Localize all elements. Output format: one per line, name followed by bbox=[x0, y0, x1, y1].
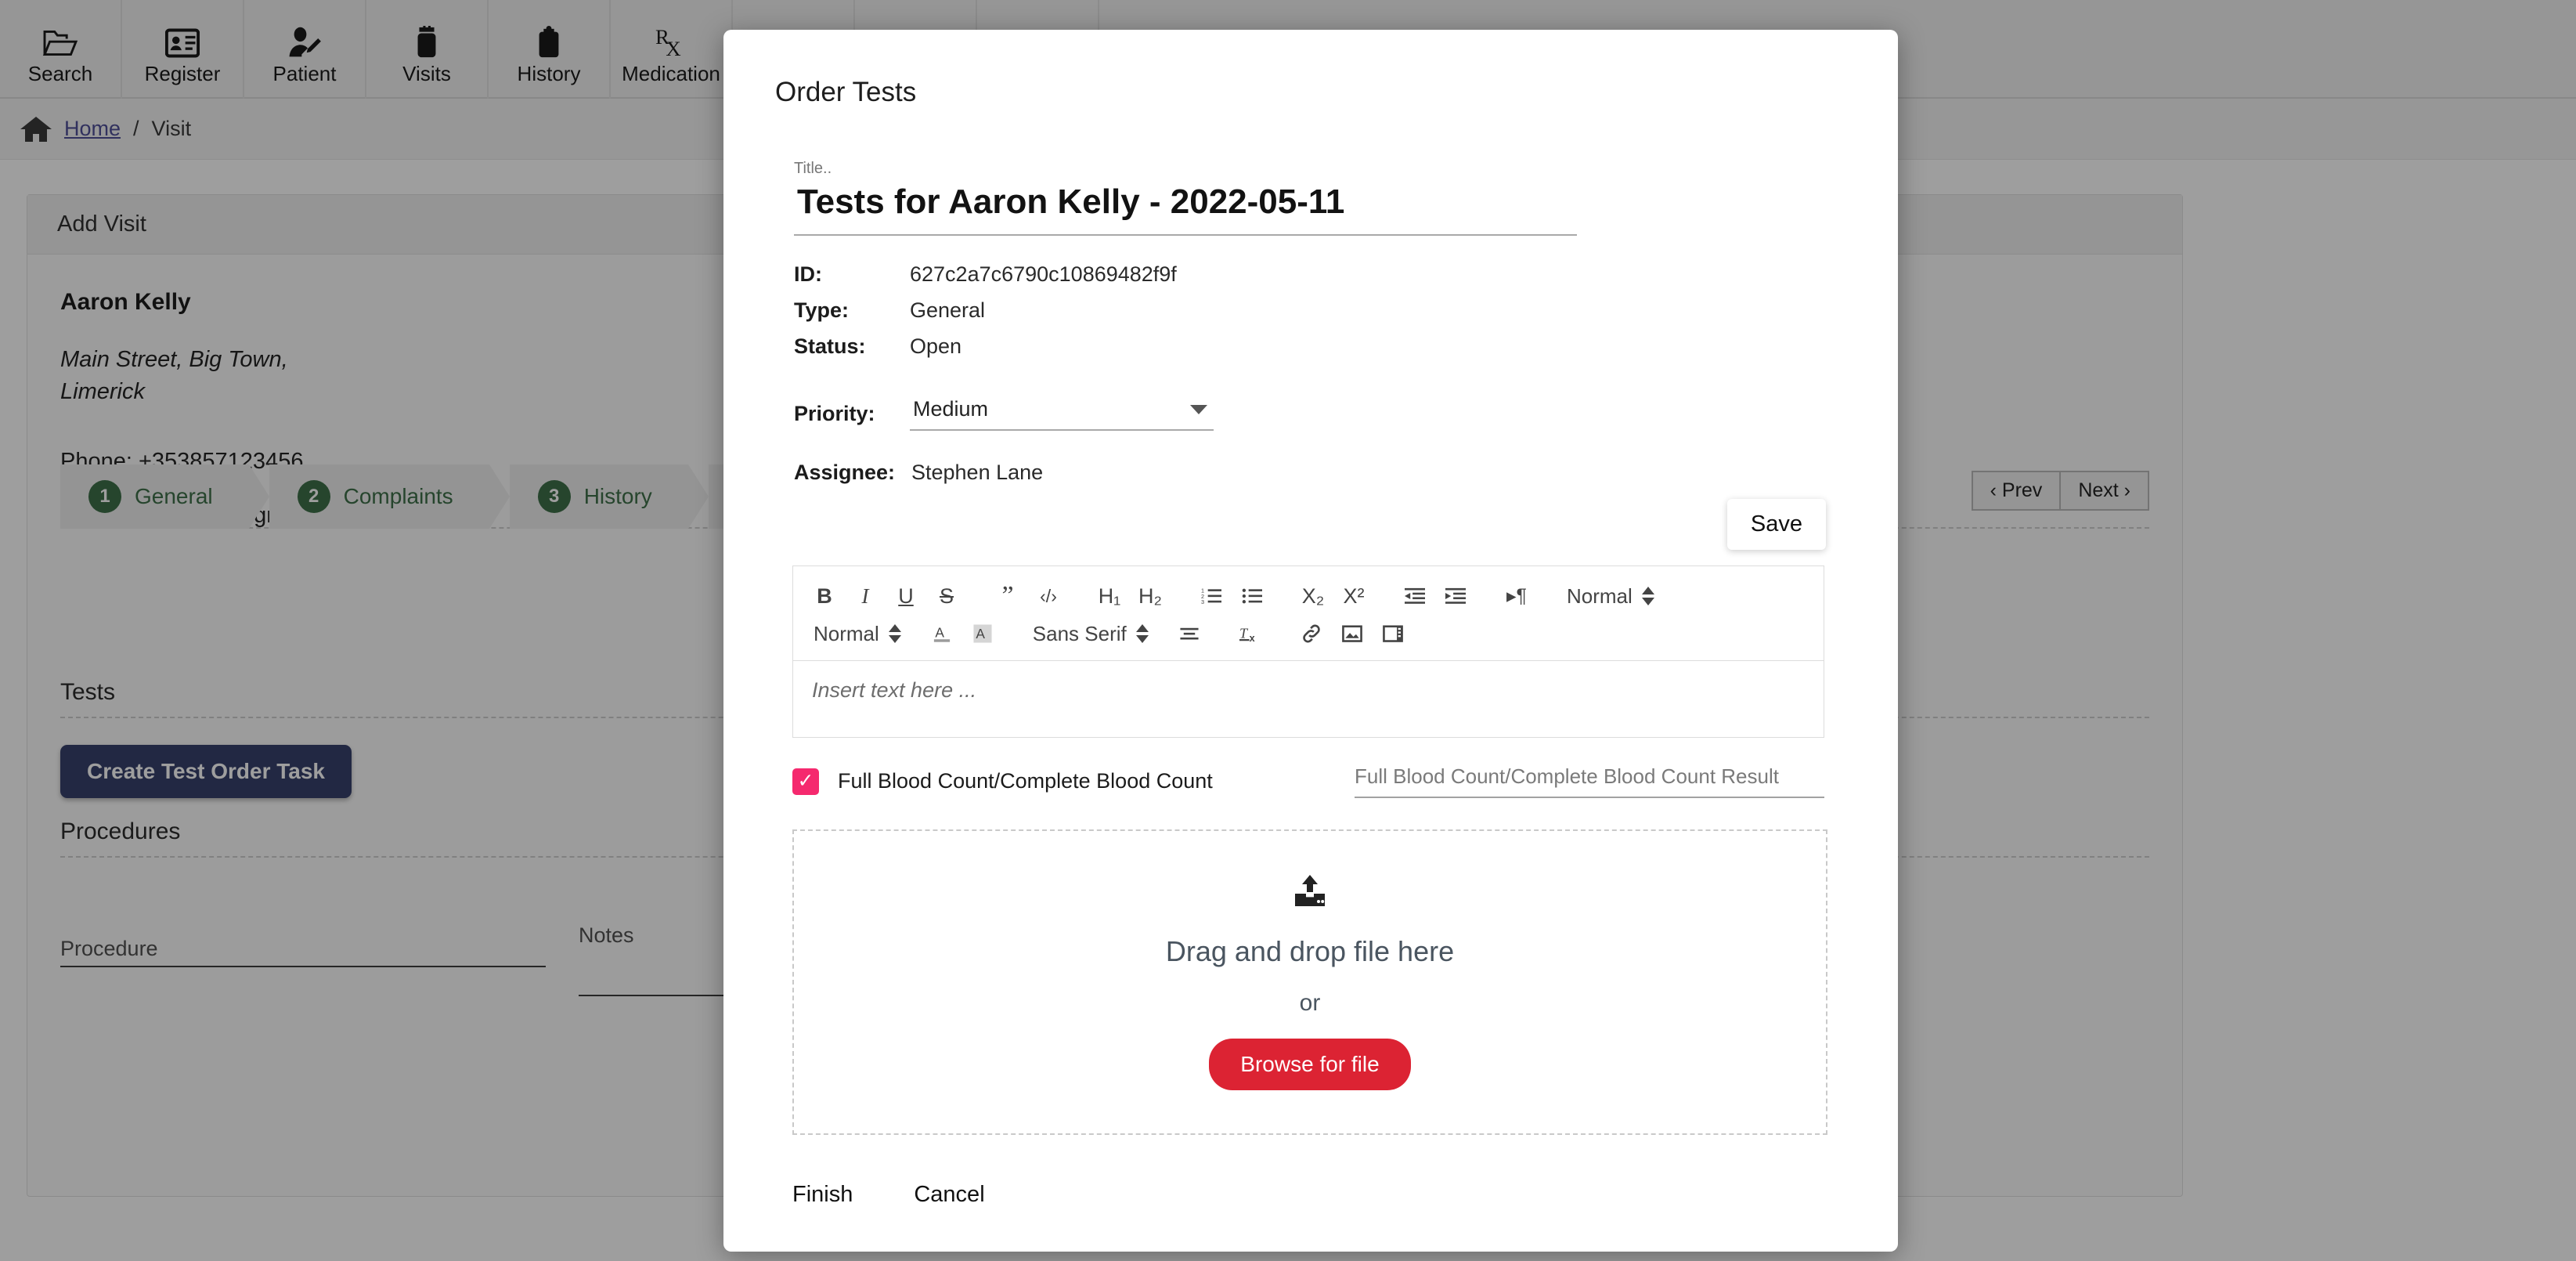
blockquote-icon[interactable]: ” bbox=[987, 578, 1028, 614]
header-picker[interactable]: Normal bbox=[804, 622, 889, 646]
test-checkbox[interactable]: ✓ bbox=[792, 768, 819, 795]
editor-content-area[interactable]: Insert text here ... bbox=[793, 660, 1824, 737]
order-tests-modal: Order Tests Title.. Tests for Aaron Kell… bbox=[723, 30, 1898, 1252]
metadata-value: 627c2a7c6790c10869482f9f bbox=[910, 262, 1177, 286]
browse-for-file-button[interactable]: Browse for file bbox=[1209, 1038, 1411, 1090]
underline-icon[interactable]: U bbox=[886, 578, 926, 614]
priority-label: Priority: bbox=[794, 402, 875, 425]
metadata-row-type: Type: General bbox=[794, 298, 1863, 334]
modal-footer: Finish Cancel bbox=[792, 1182, 1863, 1208]
size-picker-value: Normal bbox=[1567, 584, 1633, 608]
editor-placeholder: Insert text here ... bbox=[812, 678, 977, 702]
align-icon[interactable] bbox=[1169, 616, 1210, 652]
test-item-row: ✓ Full Blood Count/Complete Blood Count … bbox=[792, 764, 1824, 798]
heading-2-icon[interactable]: H₂ bbox=[1130, 578, 1171, 614]
size-picker-stepper-icon[interactable] bbox=[1641, 587, 1654, 605]
metadata-row-status: Status: Open bbox=[794, 334, 1863, 370]
finish-button[interactable]: Finish bbox=[792, 1182, 853, 1208]
header-picker-value: Normal bbox=[814, 621, 879, 645]
strikethrough-icon[interactable]: S bbox=[926, 578, 967, 614]
modal-title: Order Tests bbox=[775, 77, 917, 107]
background-color-icon[interactable]: A bbox=[962, 616, 1003, 652]
font-color-icon[interactable]: A bbox=[922, 616, 962, 652]
svg-text:x: x bbox=[1249, 633, 1254, 644]
header-picker-stepper-icon[interactable] bbox=[888, 624, 901, 643]
font-picker[interactable]: Sans Serif bbox=[1023, 622, 1136, 646]
svg-text:T: T bbox=[1239, 626, 1249, 641]
metadata-list: ID: 627c2a7c6790c10869482f9f Type: Gener… bbox=[794, 262, 1863, 370]
superscript-icon[interactable]: X² bbox=[1333, 578, 1374, 614]
file-dropzone[interactable]: Drag and drop file here or Browse for fi… bbox=[792, 829, 1827, 1135]
code-block-icon[interactable]: ‹/› bbox=[1028, 578, 1069, 614]
title-field-caption: Title.. bbox=[794, 160, 832, 177]
editor-toolbar: B I U S ” ‹/› H₁ H₂ 123 X₂ X² ▸¶ Normal … bbox=[793, 566, 1824, 660]
test-result-placeholder: Full Blood Count/Complete Blood Count Re… bbox=[1355, 764, 1779, 788]
outdent-icon[interactable] bbox=[1394, 578, 1435, 614]
italic-icon[interactable]: I bbox=[845, 578, 886, 614]
editor-toolbar-row-2: Normal A A Sans Serif T x bbox=[804, 615, 1813, 652]
dropzone-text: Drag and drop file here bbox=[1165, 934, 1455, 967]
metadata-key: ID: bbox=[794, 262, 822, 286]
dropzone-or-text: or bbox=[1299, 989, 1321, 1016]
size-picker[interactable]: Normal bbox=[1557, 584, 1642, 609]
rich-text-editor: B I U S ” ‹/› H₁ H₂ 123 X₂ X² ▸¶ Normal … bbox=[792, 565, 1824, 738]
heading-1-icon[interactable]: H₁ bbox=[1089, 578, 1130, 614]
clear-format-icon[interactable]: Tx bbox=[1230, 616, 1271, 652]
text-direction-icon[interactable]: ▸¶ bbox=[1496, 578, 1537, 614]
bold-icon[interactable]: B bbox=[804, 578, 845, 614]
chevron-down-icon bbox=[1190, 404, 1207, 414]
font-picker-stepper-icon[interactable] bbox=[1135, 624, 1149, 643]
cancel-button[interactable]: Cancel bbox=[914, 1182, 984, 1208]
upload-icon bbox=[1292, 874, 1328, 913]
title-input[interactable]: Tests for Aaron Kelly - 2022-05-11 bbox=[794, 178, 1577, 236]
metadata-row-id: ID: 627c2a7c6790c10869482f9f bbox=[794, 262, 1863, 298]
bullet-list-icon[interactable] bbox=[1232, 578, 1272, 614]
priority-row: Priority: Medium bbox=[794, 397, 1863, 431]
metadata-key: Status: bbox=[794, 334, 866, 358]
editor-toolbar-row-1: B I U S ” ‹/› H₁ H₂ 123 X₂ X² ▸¶ Normal bbox=[804, 577, 1813, 615]
assignee-label: Assignee: bbox=[794, 461, 896, 484]
modal-overlay: Order Tests Title.. Tests for Aaron Kell… bbox=[0, 0, 2576, 1261]
image-icon[interactable] bbox=[1332, 616, 1373, 652]
assignee-row: Assignee: Stephen Lane bbox=[794, 461, 1863, 485]
indent-icon[interactable] bbox=[1435, 578, 1476, 614]
svg-text:3: 3 bbox=[1201, 598, 1204, 605]
ordered-list-icon[interactable]: 123 bbox=[1191, 578, 1232, 614]
link-icon[interactable] bbox=[1291, 616, 1332, 652]
test-result-input[interactable]: Full Blood Count/Complete Blood Count Re… bbox=[1355, 764, 1824, 798]
priority-select[interactable]: Medium bbox=[910, 397, 1214, 431]
title-field-group: Title.. Tests for Aaron Kelly - 2022-05-… bbox=[794, 160, 1577, 236]
metadata-value: General bbox=[910, 298, 986, 322]
video-icon[interactable] bbox=[1373, 616, 1413, 652]
metadata-key: Type: bbox=[794, 298, 850, 322]
save-button-row: Save bbox=[758, 499, 1863, 550]
assignee-value: Stephen Lane bbox=[911, 461, 1044, 484]
test-label: Full Blood Count/Complete Blood Count bbox=[838, 769, 1213, 793]
metadata-value: Open bbox=[910, 334, 962, 358]
svg-text:A: A bbox=[935, 624, 944, 640]
subscript-icon[interactable]: X₂ bbox=[1293, 578, 1333, 614]
font-picker-value: Sans Serif bbox=[1032, 621, 1127, 645]
save-button[interactable]: Save bbox=[1726, 499, 1826, 550]
priority-value: Medium bbox=[913, 397, 989, 421]
svg-text:A: A bbox=[976, 626, 985, 641]
